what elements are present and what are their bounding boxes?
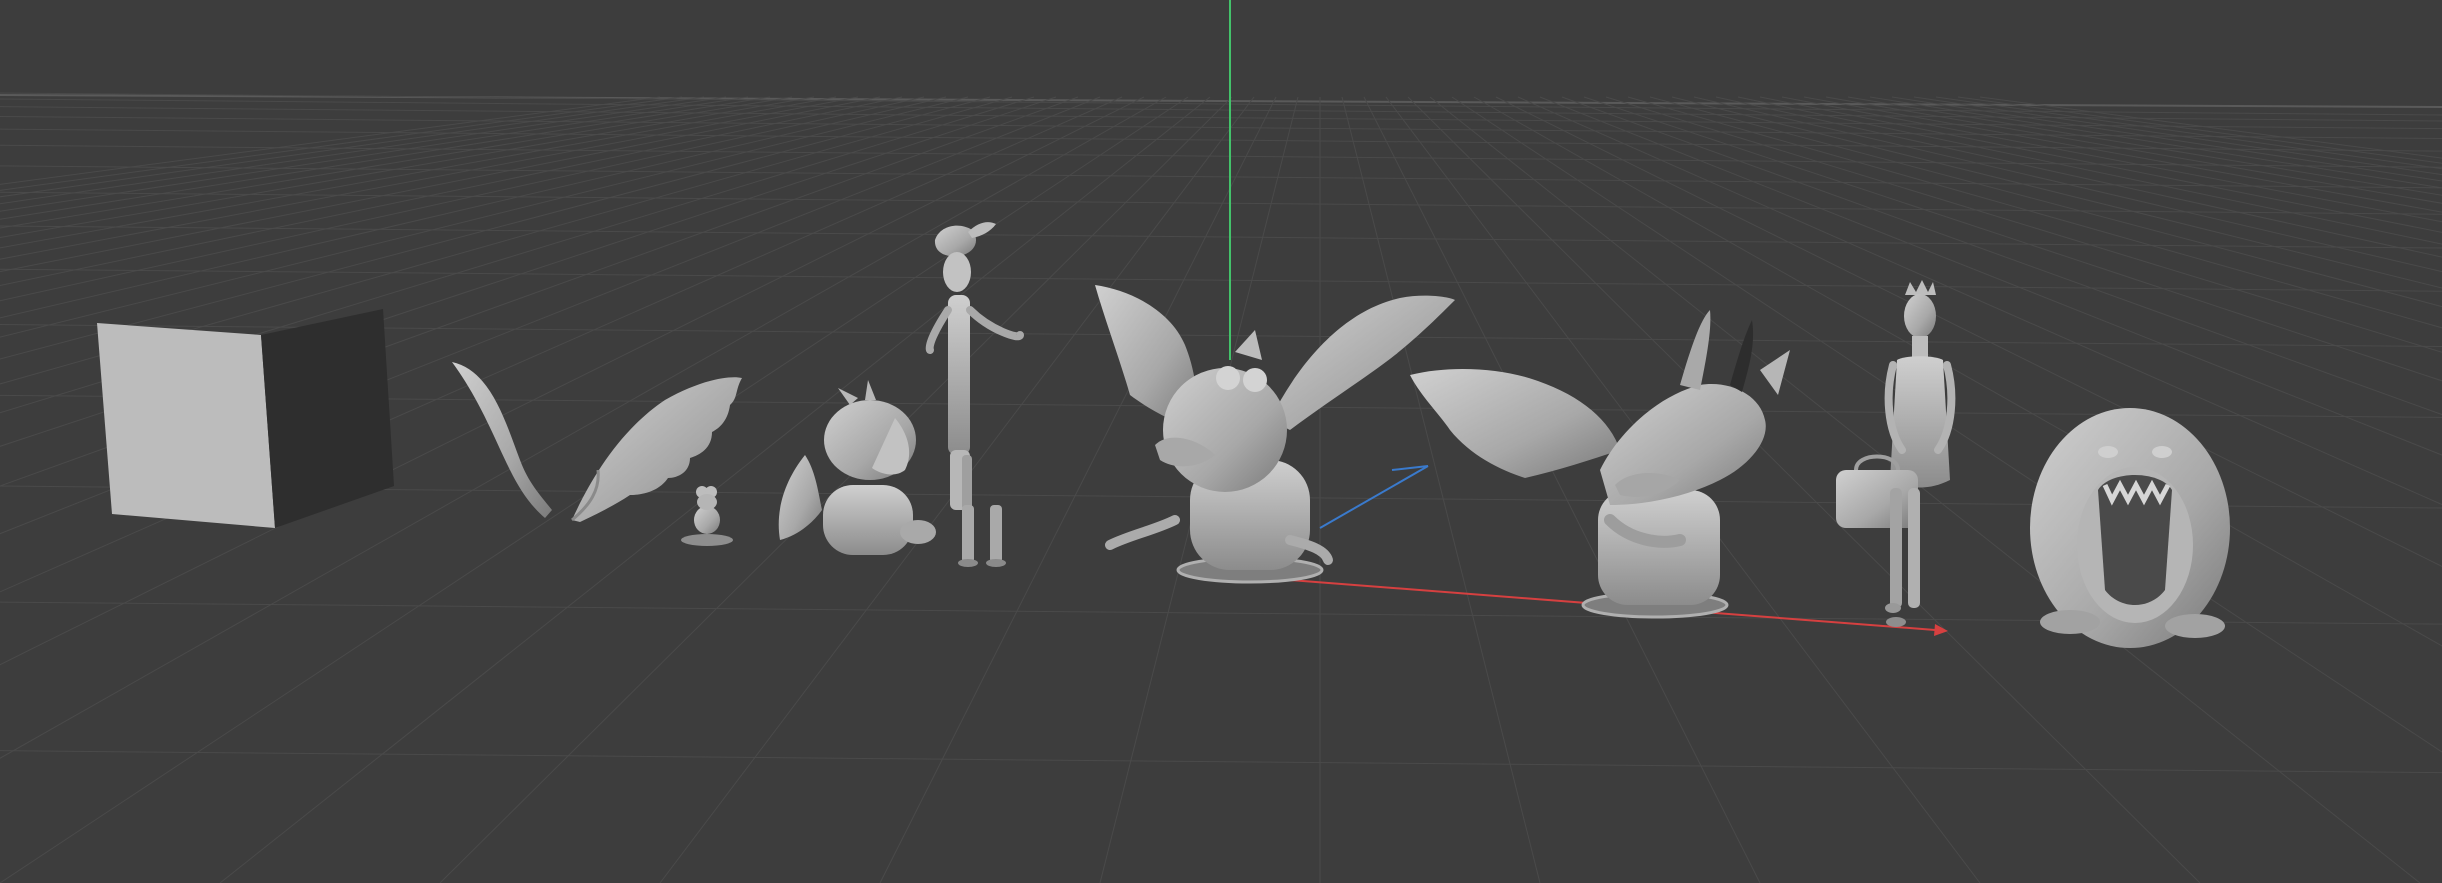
grid-line-receding <box>439 96 1233 883</box>
grid-line-horizontal <box>0 116 2442 140</box>
grid-line-horizontal <box>0 225 2442 249</box>
grid-line-horizontal <box>0 92 2442 116</box>
grid-line-receding <box>1341 96 1541 883</box>
roaring-lion-object[interactable] <box>2030 408 2230 648</box>
princess-object[interactable] <box>1836 280 1956 627</box>
grid-line-receding <box>1605 96 2442 353</box>
small-frog-object[interactable] <box>681 486 733 546</box>
axis-y-blue <box>1319 465 1429 529</box>
grid-line-receding <box>1583 96 2442 382</box>
dragon-side-base-object[interactable] <box>1410 310 1790 619</box>
grid-line-receding <box>1627 96 2442 329</box>
scene-canvas[interactable] <box>0 0 2442 883</box>
cube-object[interactable] <box>97 309 394 528</box>
grid-line-horizontal <box>0 144 2442 168</box>
baby-dragon-object[interactable] <box>778 380 936 555</box>
big-dragon-front-object[interactable] <box>1095 285 1455 584</box>
grid-line-horizontal <box>0 191 2442 215</box>
3d-viewport[interactable] <box>0 0 2442 883</box>
tall-man-object[interactable] <box>925 222 1024 567</box>
grid-line-horizontal <box>0 750 2442 774</box>
